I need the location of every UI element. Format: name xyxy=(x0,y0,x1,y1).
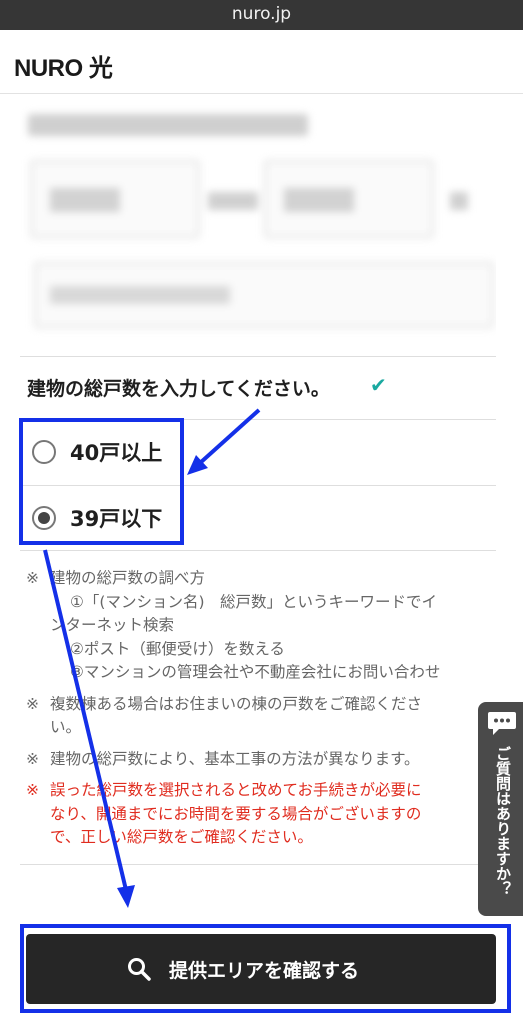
chat-label: ご質問はありますか？ xyxy=(494,746,512,896)
chat-support-tab[interactable]: ご質問はありますか？ xyxy=(478,702,523,916)
url-text: nuro.jp xyxy=(231,4,292,24)
chat-bubble-icon xyxy=(488,712,516,735)
highlight-box-options xyxy=(19,418,184,545)
note-multi-building: ※ 複数棟ある場合はお住まいの棟の戸数をご確認くださ い。 xyxy=(26,694,423,737)
checkmark-icon: ✔ xyxy=(370,373,387,397)
site-header: NURO 光 xyxy=(0,30,523,94)
notes-list: ※ 建物の総戸数の調べ方 ①「(マンション名) 総戸数」というキーワードでイ ン… xyxy=(26,567,500,858)
question-label: 建物の総戸数を入力してください。 xyxy=(27,378,330,400)
blurred-address-section xyxy=(20,94,496,354)
divider xyxy=(20,356,496,357)
nuro-logo[interactable]: NURO 光 xyxy=(14,48,113,83)
highlight-box-cta xyxy=(20,924,511,1013)
note-warning: ※ 誤った総戸数を選択されると改めてお手続きが必要に なり、開通までにお時間を要… xyxy=(26,781,422,846)
browser-url-bar[interactable]: nuro.jp xyxy=(0,0,523,30)
note-how-to: ※ 建物の総戸数の調べ方 ①「(マンション名) 総戸数」というキーワードでイ ン… xyxy=(26,569,441,681)
divider xyxy=(20,550,496,551)
note-construction: ※ 建物の総戸数により、基本工事の方法が異なります。 xyxy=(26,749,420,768)
divider xyxy=(20,864,496,865)
